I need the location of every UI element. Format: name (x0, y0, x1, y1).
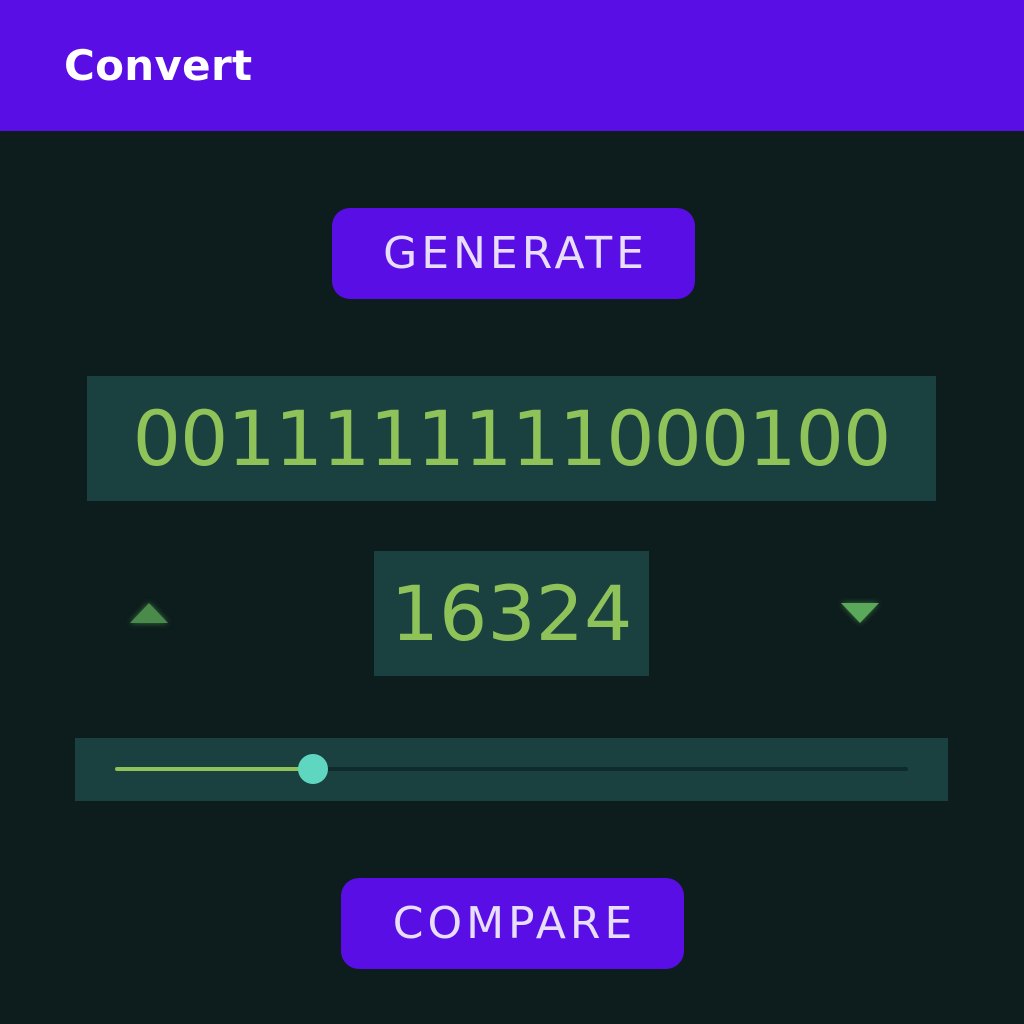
decimal-value-display: 16324 (374, 551, 649, 676)
slider-track[interactable] (115, 754, 908, 784)
app-bar: Convert (0, 0, 1024, 131)
triangle-up-icon[interactable] (130, 603, 168, 623)
binary-value-display: 0011111111000100 (87, 376, 936, 501)
generate-button[interactable]: GENERATE (332, 208, 695, 299)
triangle-down-icon[interactable] (841, 603, 879, 623)
app-title: Convert (64, 41, 253, 90)
slider-thumb[interactable] (298, 754, 329, 784)
value-slider (75, 738, 948, 801)
slider-fill (115, 767, 314, 771)
compare-button[interactable]: COMPARE (341, 878, 684, 969)
